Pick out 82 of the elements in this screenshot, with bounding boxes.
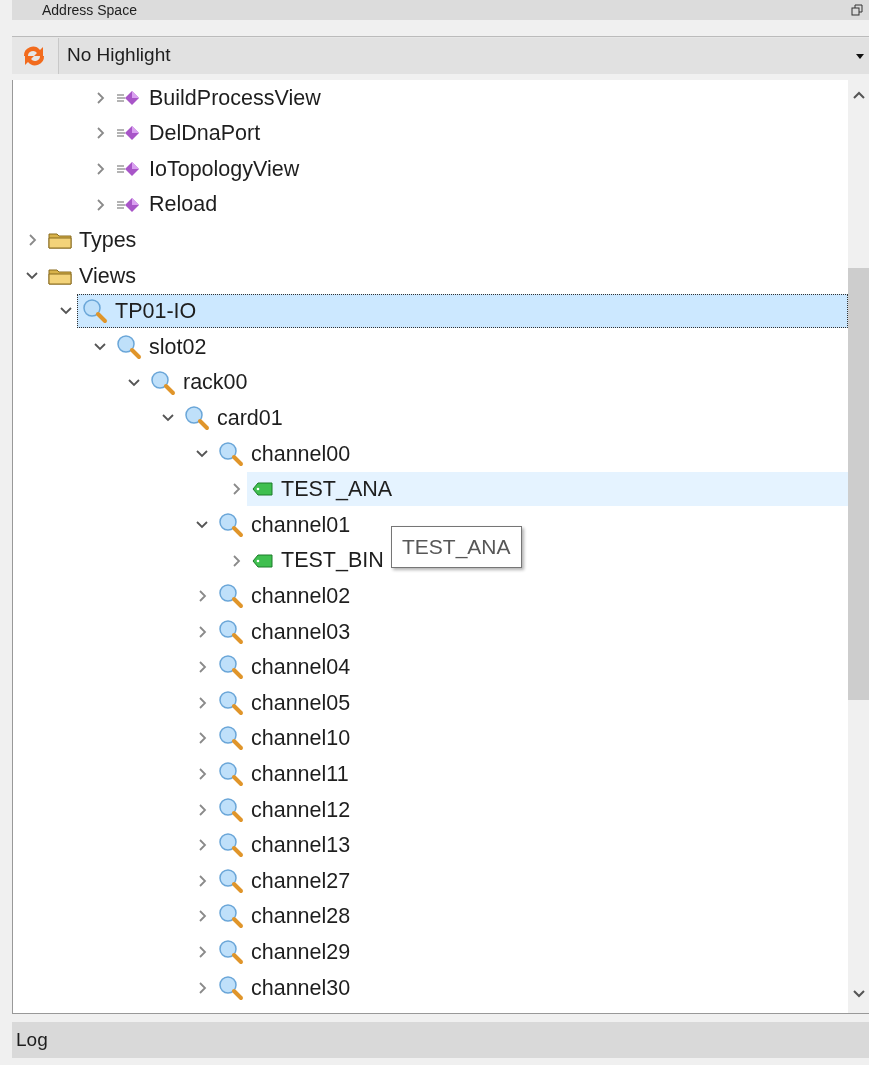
tree-item[interactable]: channel12 xyxy=(213,792,355,827)
tree-label: channel01 xyxy=(251,511,351,539)
tree-label: Types xyxy=(79,227,137,255)
tree-label: channel27 xyxy=(251,867,351,895)
tree-item[interactable]: DelDnaPort xyxy=(111,116,265,151)
tree-item[interactable]: Reload xyxy=(111,187,222,222)
log-tab[interactable]: Log xyxy=(12,1022,869,1058)
tree-item[interactable]: slot02 xyxy=(111,329,211,364)
tree-label: Reload xyxy=(149,191,218,219)
magnifier-icon xyxy=(217,583,245,610)
tree-label: TP01-IO xyxy=(115,298,197,326)
tree-item[interactable]: channel13 xyxy=(213,828,355,863)
magnifier-icon xyxy=(217,511,245,538)
tag-icon xyxy=(251,480,275,499)
tree-item[interactable]: card01 xyxy=(179,401,287,436)
tree-label: IoTopologyView xyxy=(149,155,300,183)
tree-label: channel11 xyxy=(251,760,349,788)
restore-icon[interactable] xyxy=(851,4,863,16)
magnifier-icon xyxy=(217,725,245,752)
tree-item[interactable]: channel05 xyxy=(213,685,355,720)
tree-label: TEST_ANA xyxy=(281,476,393,504)
tree-item[interactable]: channel04 xyxy=(213,650,355,685)
magnifier-icon xyxy=(217,618,245,645)
tree-label: BuildProcessView xyxy=(149,84,321,112)
scrollbar[interactable] xyxy=(848,80,869,1013)
magnifier-icon xyxy=(217,903,245,930)
tree-item[interactable]: BuildProcessView xyxy=(111,80,325,115)
tree-label: TEST_BIN xyxy=(281,547,384,575)
scroll-up-icon[interactable] xyxy=(851,90,866,100)
magnifier-icon xyxy=(217,832,245,859)
tree-label: channel05 xyxy=(251,689,351,717)
tree-item[interactable]: channel27 xyxy=(213,863,355,898)
tree-label: DelDnaPort xyxy=(149,120,261,148)
tree-label: channel30 xyxy=(251,974,351,1002)
tree-item[interactable]: channel10 xyxy=(213,721,355,756)
tree-label: card01 xyxy=(217,405,283,432)
magnifier-icon xyxy=(217,796,245,823)
tree-item[interactable]: channel02 xyxy=(213,579,355,614)
tree-item[interactable]: channel30 xyxy=(213,970,355,1005)
magnifier-icon xyxy=(217,761,245,788)
tree-item[interactable]: Types xyxy=(43,223,141,258)
tree-label: Views xyxy=(79,262,136,290)
magnifier-icon xyxy=(217,440,245,467)
tree-item[interactable]: Views xyxy=(43,258,140,293)
tree-item[interactable]: rack00 xyxy=(145,365,252,400)
magnifier-icon xyxy=(217,689,245,716)
magnifier-icon xyxy=(217,974,245,1001)
tree-item[interactable]: channel28 xyxy=(213,899,355,934)
magnifier-icon xyxy=(81,298,109,325)
tree-item[interactable]: channel11 xyxy=(213,757,353,792)
tree-label: channel02 xyxy=(251,583,351,610)
panel-title: Address Space xyxy=(42,0,137,20)
tree-label: channel13 xyxy=(251,832,351,860)
magnifier-icon xyxy=(217,867,245,894)
magnifier-icon xyxy=(115,333,143,360)
tree-item[interactable]: TP01-IO xyxy=(77,294,848,329)
magnifier-icon xyxy=(183,405,211,432)
magnifier-icon xyxy=(217,654,245,681)
tree-label: channel03 xyxy=(251,618,351,646)
magnifier-icon xyxy=(149,369,177,396)
tree-label: channel04 xyxy=(251,654,351,682)
scroll-down-icon[interactable] xyxy=(851,989,866,999)
tag-icon xyxy=(251,551,275,570)
caret-icon xyxy=(855,51,865,60)
tree-item[interactable]: channel00 xyxy=(213,436,355,471)
tree-item[interactable]: IoTopologyView xyxy=(111,152,304,186)
tree-label: channel00 xyxy=(251,440,351,468)
highlight-dropdown[interactable]: No Highlight xyxy=(58,37,869,74)
tree-item[interactable]: TEST_ANA xyxy=(247,472,848,507)
tree-item[interactable]: TEST_BIN xyxy=(247,543,388,578)
tree-label: slot02 xyxy=(149,333,207,361)
magnifier-icon xyxy=(217,939,245,966)
tree-label: channel29 xyxy=(251,938,351,966)
tree-item[interactable]: channel29 xyxy=(213,935,355,970)
tree-label: channel10 xyxy=(251,725,351,753)
tree-label: channel12 xyxy=(251,796,351,824)
tree-item[interactable]: channel03 xyxy=(213,614,355,649)
scrollbar-thumb[interactable] xyxy=(848,268,869,700)
tree-label: channel28 xyxy=(251,903,351,931)
tooltip: TEST_ANA xyxy=(391,526,522,568)
tree-item[interactable]: channel01 xyxy=(213,507,355,542)
tree-label: rack00 xyxy=(183,369,248,397)
